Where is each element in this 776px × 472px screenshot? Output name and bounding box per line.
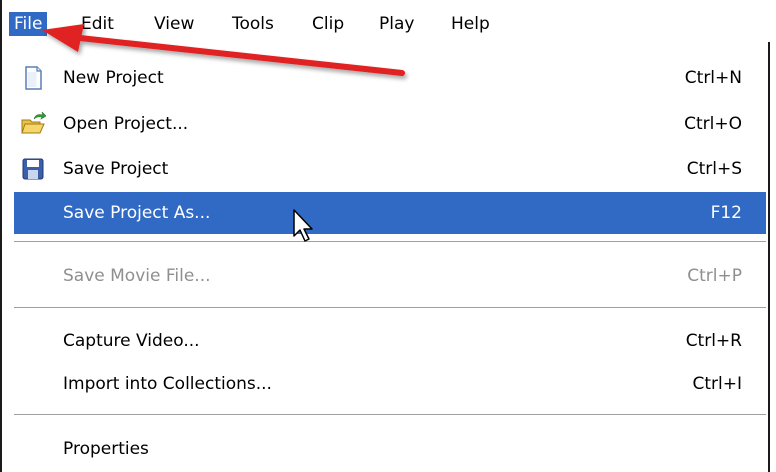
menu-item-label: Open Project... <box>63 114 189 134</box>
menu-view[interactable]: View <box>149 12 199 36</box>
menu-item-open-project[interactable]: Open Project... Ctrl+O <box>14 103 766 145</box>
menu-help[interactable]: Help <box>446 12 495 36</box>
menu-item-save-project-as[interactable]: Save Project As... F12 <box>14 192 766 234</box>
menu-item-save-project[interactable]: Save Project Ctrl+S <box>14 148 766 190</box>
new-project-icon <box>25 66 42 90</box>
menu-item-shortcut: Ctrl+N <box>684 68 742 88</box>
menu-item-label: Save Movie File... <box>63 266 211 286</box>
menu-item-shortcut: Ctrl+R <box>685 331 742 351</box>
menu-item-save-movie-file[interactable]: Save Movie File... Ctrl+P <box>14 255 766 297</box>
menu-item-shortcut: Ctrl+S <box>686 159 742 179</box>
menu-item-shortcut: F12 <box>710 203 742 223</box>
menu-item-label: Capture Video... <box>63 331 200 351</box>
menu-tools[interactable]: Tools <box>227 12 279 36</box>
menu-play[interactable]: Play <box>374 12 419 36</box>
menu-item-capture-video[interactable]: Capture Video... Ctrl+R <box>14 320 766 362</box>
menu-item-label: Properties <box>63 439 149 459</box>
menu-item-shortcut: Ctrl+O <box>684 114 742 134</box>
menu-clip[interactable]: Clip <box>307 12 349 36</box>
menu-item-label: Save Project <box>63 159 169 179</box>
file-menu-dropdown: New Project Ctrl+N Open Project... Ctrl+… <box>0 42 770 472</box>
menu-separator <box>14 241 766 243</box>
menu-item-label: Save Project As... <box>63 203 211 223</box>
menu-item-shortcut: Ctrl+P <box>687 266 742 286</box>
menu-edit[interactable]: Edit <box>76 12 119 36</box>
menu-item-label: Import into Collections... <box>63 374 272 394</box>
window-frame-left <box>0 0 2 472</box>
open-folder-icon <box>21 111 46 134</box>
floppy-disk-icon <box>22 158 44 180</box>
menu-item-import-into-collections[interactable]: Import into Collections... Ctrl+I <box>14 363 766 405</box>
mouse-cursor-icon <box>293 209 313 242</box>
menu-item-label: New Project <box>63 68 164 88</box>
menu-item-shortcut: Ctrl+I <box>692 374 742 394</box>
menu-file[interactable]: File <box>9 12 48 36</box>
menu-bar: File Edit View Tools Clip Play Help <box>0 0 776 42</box>
menu-separator <box>14 414 766 416</box>
menu-item-new-project[interactable]: New Project Ctrl+N <box>14 57 766 99</box>
menu-item-properties[interactable]: Properties <box>14 428 766 470</box>
menu-separator <box>14 307 766 309</box>
